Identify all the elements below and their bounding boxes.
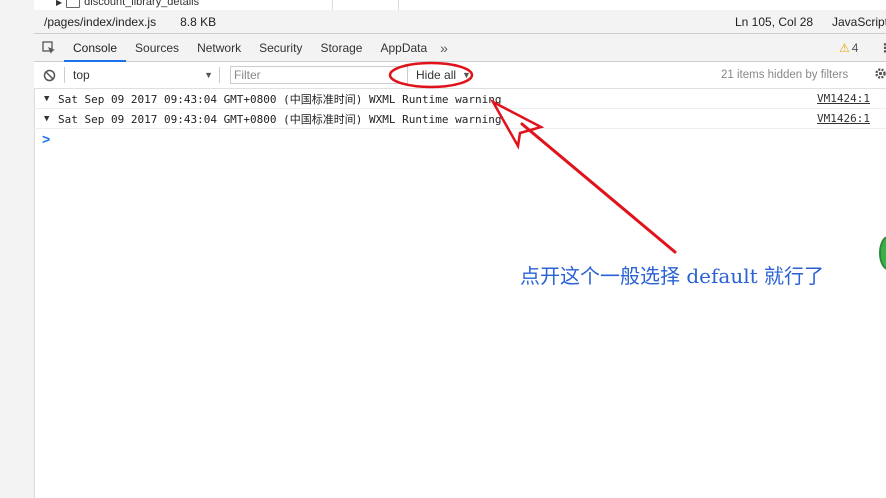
console-output: ▼ Sat Sep 09 2017 09:43:04 GMT+0800 (中国标… (34, 89, 886, 149)
kebab-menu-icon[interactable]: ⋮ (879, 41, 886, 55)
expand-arrow-icon[interactable]: ▶ (56, 0, 62, 7)
clear-console-icon[interactable] (34, 69, 64, 82)
message-text: Sat Sep 09 2017 09:43:04 GMT+0800 (中国标准时… (58, 112, 502, 126)
hidden-items-message: 21 items hidden by filters (721, 69, 849, 81)
tree-item[interactable]: ▶ discount_library_details (56, 0, 199, 8)
chevron-down-icon: ▼ (204, 70, 213, 80)
left-gutter (0, 0, 35, 498)
context-value: top (73, 68, 90, 82)
tab-storage[interactable]: Storage (311, 34, 371, 61)
language-mode[interactable]: JavaScript (832, 15, 886, 29)
log-levels-label: Hide all (416, 68, 457, 82)
console-filter-bar: top ▼ Hide all ▼ 21 items hidden by filt… (34, 62, 886, 89)
console-message[interactable]: ▼ Sat Sep 09 2017 09:43:04 GMT+0800 (中国标… (34, 89, 886, 109)
message-source-link[interactable]: VM1424:1 (817, 92, 870, 105)
divider (398, 0, 399, 10)
tab-sources[interactable]: Sources (126, 34, 188, 61)
devtools-tab-bar: Console Sources Network Security Storage… (34, 34, 886, 62)
log-levels-dropdown[interactable]: Hide all ▼ (416, 68, 471, 82)
tree-item-label: discount_library_details (84, 0, 200, 8)
file-status-bar: /pages/index/index.js 8.8 KB Ln 105, Col… (34, 10, 886, 34)
console-message[interactable]: ▼ Sat Sep 09 2017 09:43:04 GMT+0800 (中国标… (34, 109, 886, 129)
file-path: /pages/index/index.js (44, 14, 157, 29)
context-selector[interactable]: top ▼ (65, 68, 219, 82)
expand-triangle-icon[interactable]: ▼ (44, 94, 56, 104)
console-prompt[interactable]: > (34, 129, 886, 149)
tab-appdata[interactable]: AppData (371, 34, 436, 61)
inspect-element-icon[interactable] (34, 34, 64, 61)
floating-edge-button[interactable] (879, 236, 886, 270)
warning-counter[interactable]: ⚠ 4 (839, 41, 858, 55)
message-text: Sat Sep 09 2017 09:43:04 GMT+0800 (中国标准时… (58, 92, 502, 106)
separator (219, 67, 220, 83)
prompt-chevron-icon: > (42, 131, 51, 147)
warning-icon: ⚠ (839, 40, 850, 55)
tab-network[interactable]: Network (188, 34, 250, 61)
cursor-position[interactable]: Ln 105, Col 28 (735, 15, 813, 29)
annotation-text: 点开这个一般选择 default 就行了 (520, 264, 824, 288)
warning-count: 4 (851, 40, 859, 55)
gear-icon[interactable] (874, 67, 886, 83)
divider (332, 0, 333, 10)
folder-icon (66, 0, 81, 8)
expand-triangle-icon[interactable]: ▼ (44, 114, 56, 124)
tab-console[interactable]: Console (64, 33, 127, 62)
tab-security[interactable]: Security (250, 34, 311, 61)
filter-input[interactable] (230, 66, 408, 84)
chevron-down-icon: ▼ (462, 70, 471, 80)
message-source-link[interactable]: VM1426:1 (817, 112, 870, 125)
file-size: 8.8 KB (180, 14, 217, 29)
more-tabs-icon[interactable]: » (440, 40, 448, 56)
